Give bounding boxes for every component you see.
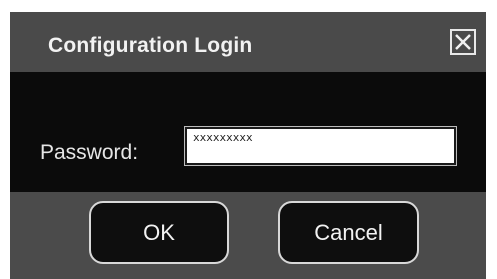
close-icon [455,34,471,50]
configuration-login-dialog: Configuration Login Password: xxxxxxxxx … [10,12,486,279]
dialog-title: Configuration Login [48,34,253,57]
dialog-titlebar: Configuration Login [10,12,486,72]
password-field[interactable]: xxxxxxxxx [184,126,457,166]
ok-button[interactable]: OK [89,201,229,264]
dialog-body: Password: xxxxxxxxx [10,72,486,192]
cancel-button[interactable]: Cancel [278,201,419,264]
close-button[interactable] [450,29,476,55]
password-label: Password: [40,141,139,164]
